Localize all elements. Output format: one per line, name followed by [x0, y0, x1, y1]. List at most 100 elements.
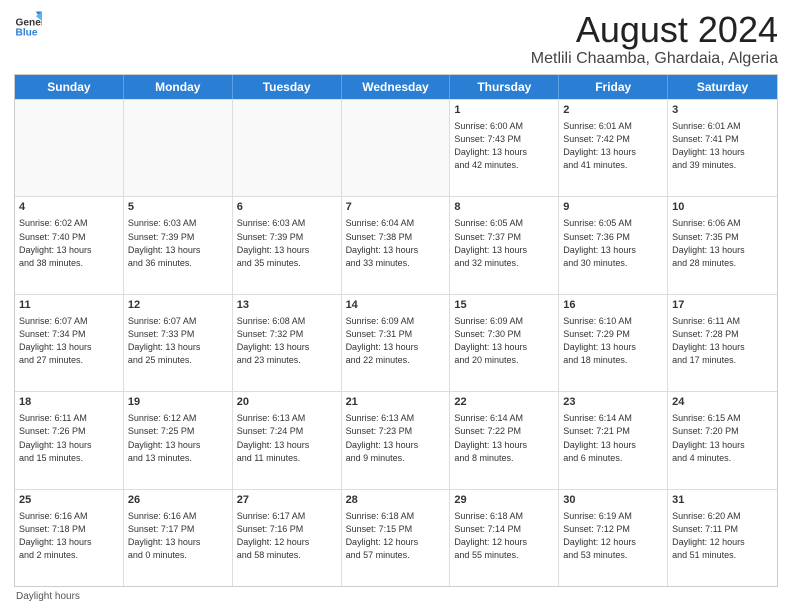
footer-note: Daylight hours	[14, 591, 778, 602]
calendar-row-5: 25 Sunrise: 6:16 AM Sunset: 7:18 PM Dayli…	[15, 489, 777, 586]
day-number: 22	[454, 395, 554, 410]
sun-info: Sunrise: 6:14 AM Sunset: 7:22 PM Dayligh…	[454, 412, 554, 464]
calendar-cell-3-5: 15 Sunrise: 6:09 AM Sunset: 7:30 PM Dayli…	[450, 295, 559, 391]
sun-info: Sunrise: 6:08 AM Sunset: 7:32 PM Dayligh…	[237, 315, 337, 367]
day-number: 24	[672, 395, 773, 410]
day-number: 31	[672, 493, 773, 508]
sun-info: Sunrise: 6:01 AM Sunset: 7:41 PM Dayligh…	[672, 120, 773, 172]
calendar-cell-2-5: 8 Sunrise: 6:05 AM Sunset: 7:37 PM Daylig…	[450, 197, 559, 293]
sun-info: Sunrise: 6:10 AM Sunset: 7:29 PM Dayligh…	[563, 315, 663, 367]
sun-info: Sunrise: 6:06 AM Sunset: 7:35 PM Dayligh…	[672, 217, 773, 269]
calendar-cell-3-2: 12Sunrise: 6:07 AM Sunset: 7:33 PM Dayli…	[124, 295, 233, 391]
header-thursday: Thursday	[450, 75, 559, 99]
day-number: 6	[237, 200, 337, 215]
calendar-cell-5-2: 26Sunrise: 6:16 AM Sunset: 7:17 PM Dayli…	[124, 490, 233, 586]
day-number: 23	[563, 395, 663, 410]
day-number: 21	[346, 395, 446, 410]
calendar-cell-5-7: 31 Sunrise: 6:20 AM Sunset: 7:11 PM Dayli…	[668, 490, 777, 586]
calendar-cell-2-6: 9 Sunrise: 6:05 AM Sunset: 7:36 PM Daylig…	[559, 197, 668, 293]
calendar-cell-2-2: 5 Sunrise: 6:03 AM Sunset: 7:39 PM Daylig…	[124, 197, 233, 293]
sun-info: Sunrise: 6:20 AM Sunset: 7:11 PM Dayligh…	[672, 510, 773, 562]
calendar-row-1: 1 Sunrise: 6:00 AM Sunset: 7:43 PM Daylig…	[15, 99, 777, 196]
day-number: 20	[237, 395, 337, 410]
calendar-row-4: 18 Sunrise: 6:11 AM Sunset: 7:26 PM Dayli…	[15, 391, 777, 488]
sun-info: Sunrise: 6:11 AM Sunset: 7:28 PM Dayligh…	[672, 315, 773, 367]
calendar-cell-1-1	[15, 100, 124, 196]
page: General Blue August 2024 Metlili Chaamba…	[0, 0, 792, 612]
day-number: 3	[672, 103, 773, 118]
day-number: 8	[454, 200, 554, 215]
calendar: Sunday Monday Tuesday Wednesday Thursday…	[14, 74, 778, 587]
logo-icon: General Blue	[14, 10, 42, 38]
calendar-header: Sunday Monday Tuesday Wednesday Thursday…	[15, 75, 777, 99]
calendar-cell-1-7: 3 Sunrise: 6:01 AM Sunset: 7:41 PM Daylig…	[668, 100, 777, 196]
title-block: August 2024 Metlili Chaamba, Ghardaia, A…	[531, 10, 778, 68]
day-number: 28	[346, 493, 446, 508]
header: General Blue August 2024 Metlili Chaamba…	[14, 10, 778, 68]
sun-info: Sunrise: 6:00 AM Sunset: 7:43 PM Dayligh…	[454, 120, 554, 172]
calendar-cell-4-3: 20 Sunrise: 6:13 AM Sunset: 7:24 PM Dayli…	[233, 392, 342, 488]
sun-info: Sunrise: 6:13 AM Sunset: 7:23 PM Dayligh…	[346, 412, 446, 464]
calendar-cell-3-4: 14 Sunrise: 6:09 AM Sunset: 7:31 PM Dayli…	[342, 295, 451, 391]
sun-info: Sunrise: 6:07 AM Sunset: 7:34 PM Dayligh…	[19, 315, 119, 367]
header-wednesday: Wednesday	[342, 75, 451, 99]
sun-info: Sunrise: 6:16 AM Sunset: 7:18 PM Dayligh…	[19, 510, 119, 562]
sun-info: Sunrise: 6:03 AM Sunset: 7:39 PM Dayligh…	[128, 217, 228, 269]
day-number: 16	[563, 298, 663, 313]
header-tuesday: Tuesday	[233, 75, 342, 99]
day-number: 5	[128, 200, 228, 215]
day-number: 25	[19, 493, 119, 508]
sun-info: Sunrise: 6:05 AM Sunset: 7:36 PM Dayligh…	[563, 217, 663, 269]
calendar-cell-4-4: 21 Sunrise: 6:13 AM Sunset: 7:23 PM Dayli…	[342, 392, 451, 488]
day-number: 15	[454, 298, 554, 313]
day-number: 18	[19, 395, 119, 410]
day-number: 10	[672, 200, 773, 215]
day-number: 2	[563, 103, 663, 118]
calendar-cell-1-3	[233, 100, 342, 196]
svg-text:Blue: Blue	[16, 28, 38, 38]
sun-info: Sunrise: 6:09 AM Sunset: 7:30 PM Dayligh…	[454, 315, 554, 367]
day-number: 4	[19, 200, 119, 215]
calendar-cell-3-6: 16 Sunrise: 6:10 AM Sunset: 7:29 PM Dayli…	[559, 295, 668, 391]
day-number: 11	[19, 298, 119, 313]
sun-info: Sunrise: 6:09 AM Sunset: 7:31 PM Dayligh…	[346, 315, 446, 367]
calendar-cell-5-3: 27Sunrise: 6:17 AM Sunset: 7:16 PM Dayli…	[233, 490, 342, 586]
sun-info: Sunrise: 6:01 AM Sunset: 7:42 PM Dayligh…	[563, 120, 663, 172]
day-number: 9	[563, 200, 663, 215]
calendar-cell-3-1: 11 Sunrise: 6:07 AM Sunset: 7:34 PM Dayli…	[15, 295, 124, 391]
sun-info: Sunrise: 6:13 AM Sunset: 7:24 PM Dayligh…	[237, 412, 337, 464]
sun-info: Sunrise: 6:12 AM Sunset: 7:25 PM Dayligh…	[128, 412, 228, 464]
calendar-cell-5-4: 28 Sunrise: 6:18 AM Sunset: 7:15 PM Dayli…	[342, 490, 451, 586]
calendar-cell-3-3: 13Sunrise: 6:08 AM Sunset: 7:32 PM Dayli…	[233, 295, 342, 391]
day-number: 14	[346, 298, 446, 313]
calendar-cell-1-2	[124, 100, 233, 196]
day-number: 29	[454, 493, 554, 508]
day-number: 19	[128, 395, 228, 410]
sun-info: Sunrise: 6:03 AM Sunset: 7:39 PM Dayligh…	[237, 217, 337, 269]
header-friday: Friday	[559, 75, 668, 99]
calendar-cell-5-5: 29 Sunrise: 6:18 AM Sunset: 7:14 PM Dayli…	[450, 490, 559, 586]
sun-info: Sunrise: 6:18 AM Sunset: 7:14 PM Dayligh…	[454, 510, 554, 562]
main-title: August 2024	[531, 10, 778, 50]
sun-info: Sunrise: 6:11 AM Sunset: 7:26 PM Dayligh…	[19, 412, 119, 464]
header-monday: Monday	[124, 75, 233, 99]
subtitle: Metlili Chaamba, Ghardaia, Algeria	[531, 50, 778, 68]
calendar-row-2: 4 Sunrise: 6:02 AM Sunset: 7:40 PM Daylig…	[15, 196, 777, 293]
calendar-cell-5-6: 30Sunrise: 6:19 AM Sunset: 7:12 PM Dayli…	[559, 490, 668, 586]
day-number: 27	[237, 493, 337, 508]
sun-info: Sunrise: 6:07 AM Sunset: 7:33 PM Dayligh…	[128, 315, 228, 367]
calendar-cell-2-7: 10 Sunrise: 6:06 AM Sunset: 7:35 PM Dayli…	[668, 197, 777, 293]
day-number: 30	[563, 493, 663, 508]
sun-info: Sunrise: 6:16 AM Sunset: 7:17 PM Dayligh…	[128, 510, 228, 562]
calendar-row-3: 11 Sunrise: 6:07 AM Sunset: 7:34 PM Dayli…	[15, 294, 777, 391]
sun-info: Sunrise: 6:05 AM Sunset: 7:37 PM Dayligh…	[454, 217, 554, 269]
calendar-cell-3-7: 17Sunrise: 6:11 AM Sunset: 7:28 PM Dayli…	[668, 295, 777, 391]
sun-info: Sunrise: 6:18 AM Sunset: 7:15 PM Dayligh…	[346, 510, 446, 562]
calendar-cell-1-5: 1 Sunrise: 6:00 AM Sunset: 7:43 PM Daylig…	[450, 100, 559, 196]
calendar-cell-4-2: 19 Sunrise: 6:12 AM Sunset: 7:25 PM Dayli…	[124, 392, 233, 488]
day-number: 1	[454, 103, 554, 118]
calendar-cell-4-6: 23Sunrise: 6:14 AM Sunset: 7:21 PM Dayli…	[559, 392, 668, 488]
calendar-cell-4-5: 22 Sunrise: 6:14 AM Sunset: 7:22 PM Dayli…	[450, 392, 559, 488]
calendar-body: 1 Sunrise: 6:00 AM Sunset: 7:43 PM Daylig…	[15, 99, 777, 586]
sun-info: Sunrise: 6:02 AM Sunset: 7:40 PM Dayligh…	[19, 217, 119, 269]
